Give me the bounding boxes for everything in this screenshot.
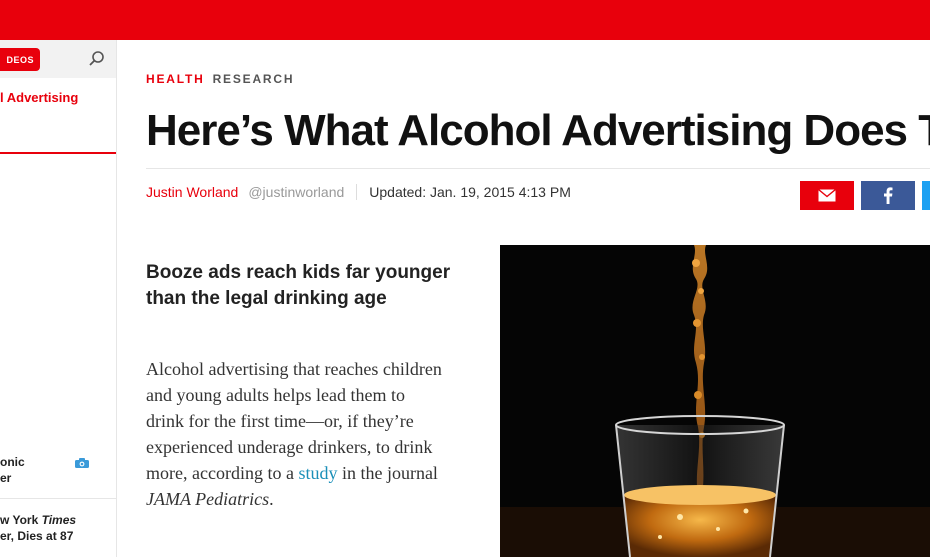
- whiskey-glass-illustration: [500, 245, 930, 557]
- site-header-bar: [0, 0, 930, 40]
- share-facebook-button[interactable]: [861, 181, 915, 210]
- author-link[interactable]: Justin Worland: [146, 184, 238, 200]
- sidebar: DEOS l Advertising onic er w York Times …: [0, 40, 117, 557]
- section-labels: HEALTH RESEARCH: [146, 72, 294, 86]
- article: HEALTH RESEARCH Here’s What Alcohol Adver…: [146, 40, 930, 557]
- article-dek: Booze ads reach kids far younger than th…: [146, 262, 451, 309]
- article-hero-image: [500, 245, 930, 557]
- byline-divider: [146, 168, 930, 169]
- sidebar-item-divider: [0, 498, 116, 499]
- byline: Justin Worland @justinworland Updated: J…: [146, 184, 571, 200]
- sidebar-divider: [0, 152, 116, 154]
- byline-separator: [356, 184, 358, 200]
- sidebar-story-item[interactable]: w York Times er, Dies at 87: [0, 512, 116, 544]
- facebook-icon: [884, 187, 893, 204]
- journal-name: JAMA Pediatrics: [146, 489, 270, 509]
- videos-button[interactable]: DEOS: [0, 48, 40, 71]
- share-twitter-button[interactable]: [922, 181, 930, 210]
- sidebar-story-title-line: w York Times: [0, 513, 77, 527]
- email-icon: [818, 189, 836, 202]
- sidebar-current-article-link[interactable]: l Advertising: [0, 90, 78, 105]
- sidebar-story-title-line: er, Dies at 87: [0, 529, 74, 543]
- search-icon[interactable]: [88, 50, 106, 68]
- sidebar-story-title-line: er: [0, 471, 12, 485]
- article-headline: Here’s What Alcohol Advertising Does T: [146, 106, 930, 155]
- share-email-button[interactable]: [800, 181, 854, 210]
- camera-icon: [75, 458, 89, 468]
- study-link[interactable]: study: [298, 463, 337, 483]
- author-twitter-handle[interactable]: @justinworland: [248, 184, 344, 200]
- section-link-health[interactable]: HEALTH: [146, 72, 205, 86]
- updated-timestamp: Updated: Jan. 19, 2015 4:13 PM: [369, 184, 571, 200]
- sidebar-header: DEOS: [0, 40, 116, 78]
- article-body-paragraph: Alcohol advertising that reaches childre…: [146, 359, 442, 509]
- section-link-research[interactable]: RESEARCH: [213, 72, 295, 86]
